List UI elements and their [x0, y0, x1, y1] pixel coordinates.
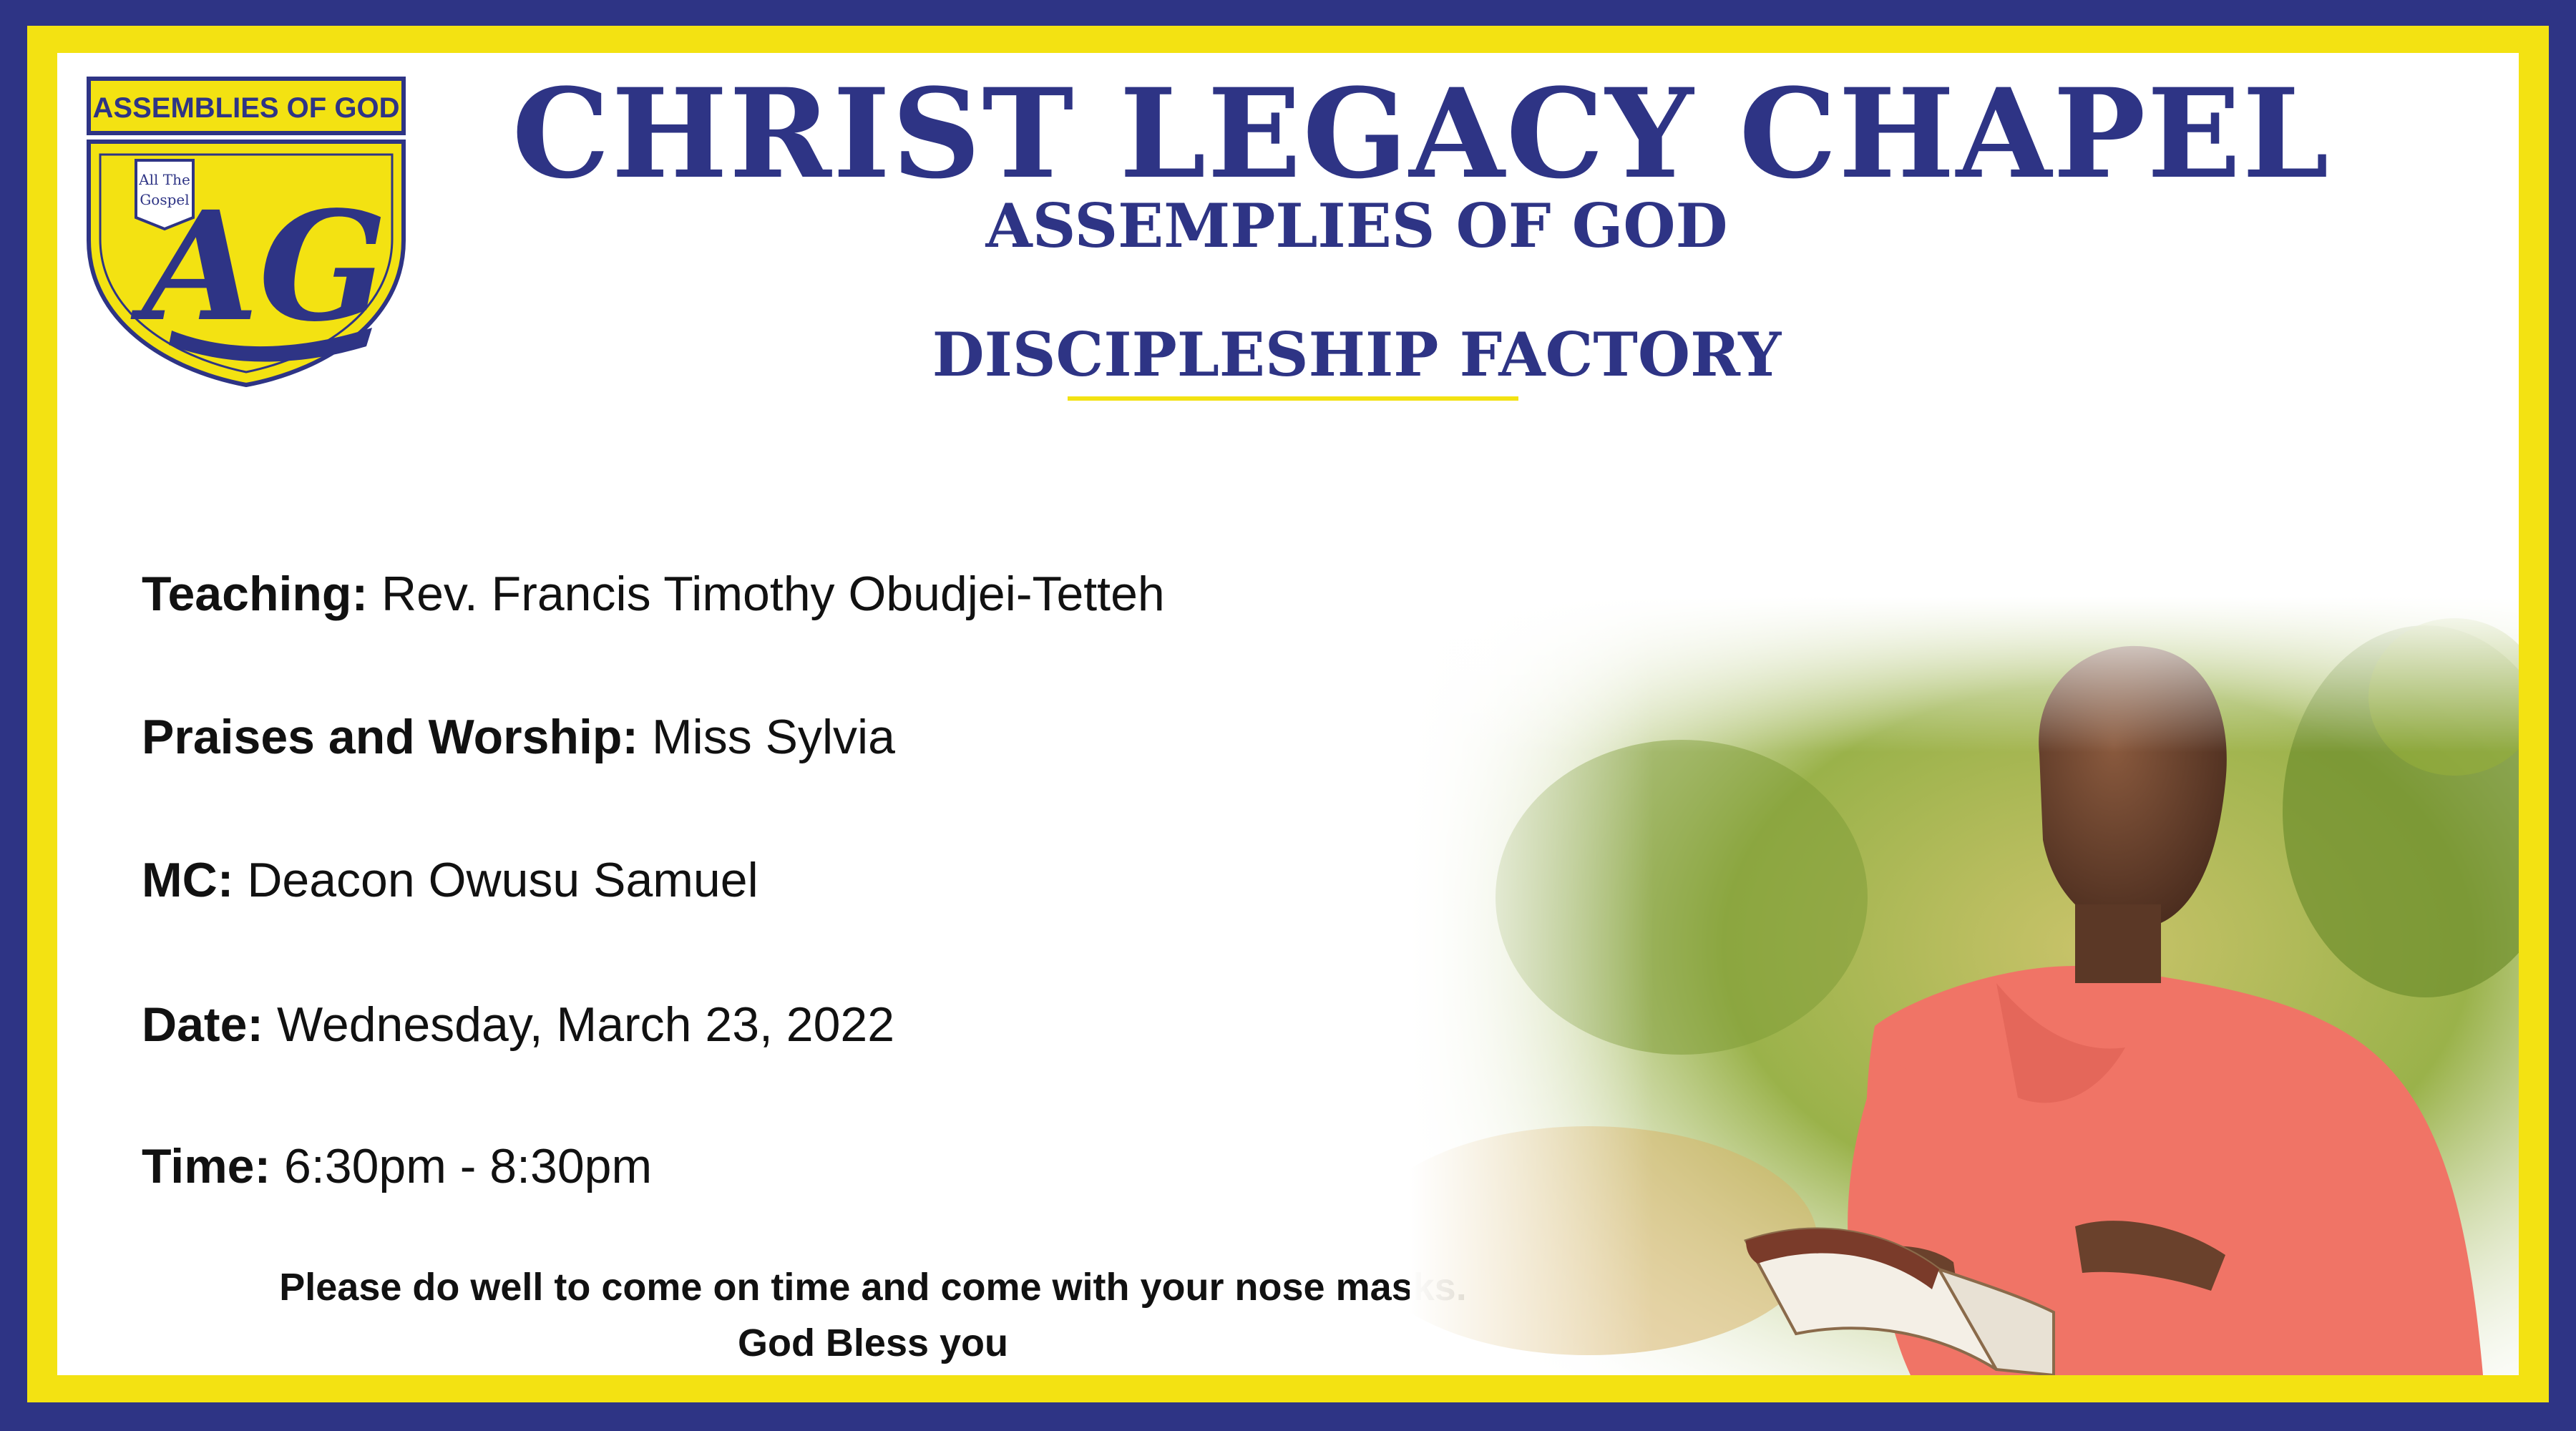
detail-label: Date: [142, 997, 264, 1052]
detail-teaching: Teaching: Rev. Francis Timothy Obudjei-T… [142, 565, 1165, 624]
detail-time: Time: 6:30pm - 8:30pm [142, 1138, 652, 1196]
title-underline [1068, 396, 1518, 401]
ag-monogram: AG [130, 178, 387, 355]
detail-mc: MC: Deacon Owusu Samuel [142, 851, 758, 910]
detail-date: Date: Wednesday, March 23, 2022 [142, 996, 894, 1055]
detail-value: Rev. Francis Timothy Obudjei-Tetteh [381, 567, 1165, 621]
flyer-panel: ASSEMBLIES OF GOD All The Gospel AG CHRI… [57, 53, 2519, 1375]
assemblies-of-god-logo: ASSEMBLIES OF GOD All The Gospel AG [87, 77, 406, 388]
detail-value: Deacon Owusu Samuel [247, 853, 758, 907]
detail-label: Praises and Worship: [142, 710, 639, 764]
man-reading-bible-photo [1410, 597, 2519, 1375]
detail-value: 6:30pm - 8:30pm [284, 1139, 653, 1193]
detail-value: Miss Sylvia [651, 710, 895, 764]
detail-praises-and-worship: Praises and Worship: Miss Sylvia [142, 708, 895, 767]
denomination: ASSEMPLIES OF GOD [985, 190, 1728, 261]
detail-label: MC: [142, 853, 234, 907]
detail-label: Teaching: [142, 567, 369, 621]
detail-value: Wednesday, March 23, 2022 [276, 997, 895, 1052]
program-title: DISCIPLESHIP FACTORY [932, 319, 1782, 390]
church-name: CHRIST LEGACY CHAPEL [512, 61, 2331, 206]
detail-label: Time: [142, 1139, 271, 1193]
logo-banner-text: ASSEMBLIES OF GOD [93, 92, 400, 124]
